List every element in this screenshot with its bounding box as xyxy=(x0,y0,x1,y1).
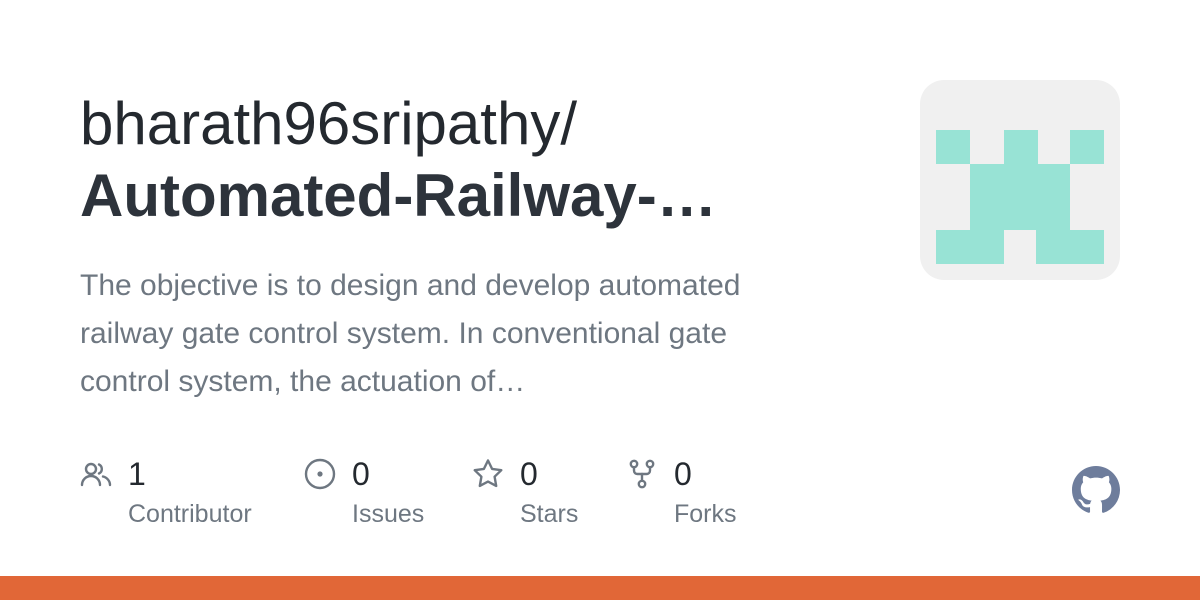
stars-label: Stars xyxy=(520,500,579,528)
stars-count: 0 xyxy=(520,456,538,492)
repo-social-card: bharath96sripathy/ Automated-Railway-… T… xyxy=(0,0,1200,600)
issues-label: Issues xyxy=(352,500,425,528)
star-icon xyxy=(473,459,503,488)
identicon-icon xyxy=(936,130,1104,264)
repo-owner[interactable]: bharath96sripathy/ xyxy=(80,88,880,160)
contributor-label: Contributor xyxy=(128,500,252,528)
language-bar xyxy=(0,576,1200,600)
description-line: The objective is to design and develop a… xyxy=(80,269,741,302)
github-logo-icon[interactable] xyxy=(1072,466,1120,514)
description-line: railway gate control system. In conventi… xyxy=(80,317,728,350)
owner-avatar[interactable] xyxy=(920,80,1120,280)
repo-description: The objective is to design and develop a… xyxy=(80,262,840,406)
repo-title[interactable]: bharath96sripathy/ Automated-Railway-… xyxy=(80,88,880,232)
people-icon xyxy=(80,462,112,487)
forks-count: 0 xyxy=(674,456,692,492)
contributor-count: 1 xyxy=(128,456,146,492)
issues-count: 0 xyxy=(352,456,370,492)
fork-icon xyxy=(629,459,655,489)
forks-label: Forks xyxy=(674,500,737,528)
issue-icon xyxy=(304,458,336,490)
repo-name[interactable]: Automated-Railway-… xyxy=(80,160,880,232)
description-line: control system, the actuation of… xyxy=(80,365,526,398)
